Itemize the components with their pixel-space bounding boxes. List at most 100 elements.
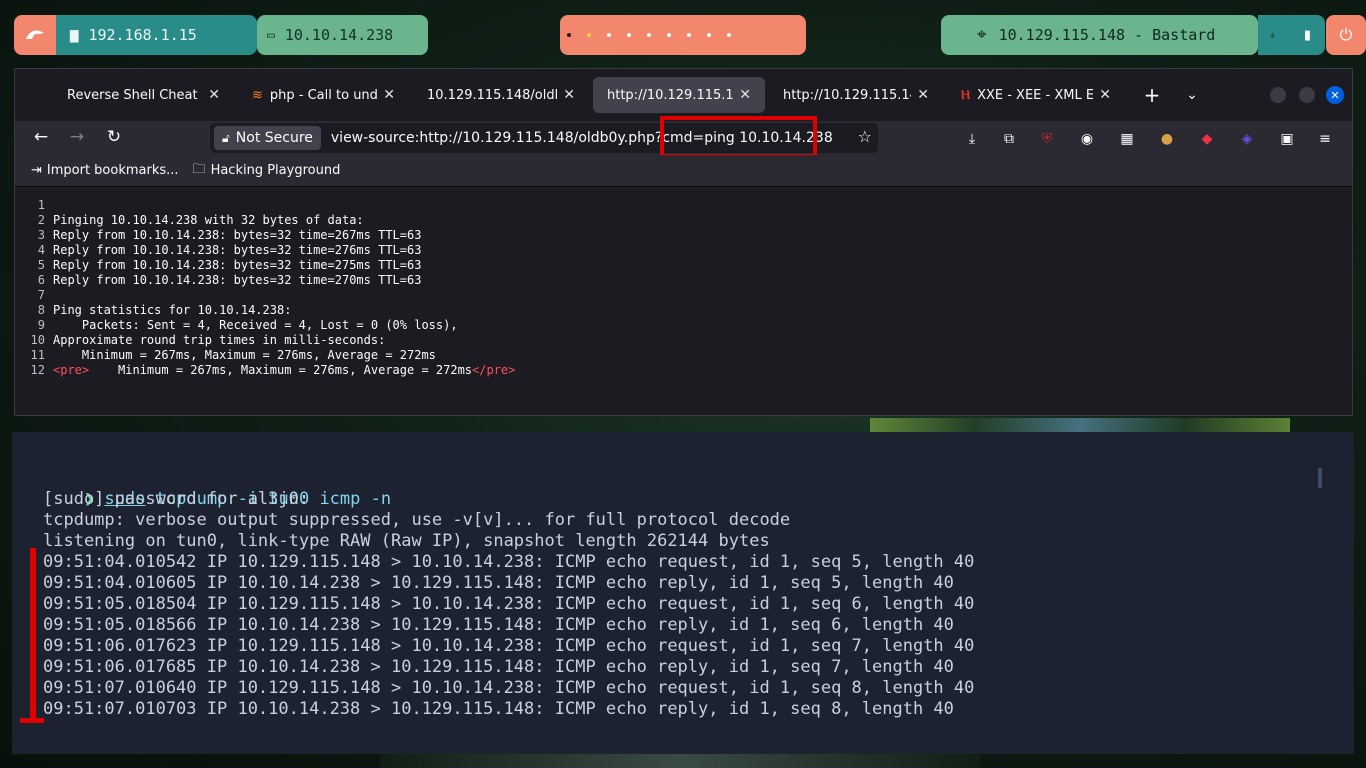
security-indicator[interactable]: 🔓︎ Not Secure (214, 126, 321, 150)
speaker-muted-icon: 🔈︎ (1270, 27, 1278, 42)
wallpaper-fragment (870, 418, 1290, 432)
tab-label: 10.129.115.148/oldb0y. (427, 87, 557, 103)
source-line: 1 (15, 198, 1352, 213)
line-number: 1 (37, 198, 45, 212)
tab-close-icon[interactable]: ✕ (739, 87, 751, 103)
source-line: 10 Approximate round trip times in milli-… (15, 333, 1352, 348)
arrow-left-icon: ← (33, 127, 49, 147)
terminal-output-line: 09:51:06.017623 IP 10.129.115.148 > 10.1… (43, 636, 975, 656)
workspace-switcher[interactable] (560, 15, 806, 55)
forward-button[interactable]: → (65, 127, 89, 147)
workspace-dot[interactable] (667, 33, 671, 37)
menu-hamburger-icon[interactable]: ≡ (1315, 129, 1335, 149)
arrow-right-icon: → (69, 127, 85, 147)
terminal-window[interactable]: ❯ sudo tcpdump -i tun0 icmp -n [sudo] pa… (12, 432, 1354, 754)
new-tab-button[interactable]: + (1137, 83, 1167, 107)
tab-close-icon[interactable]: ✕ (1099, 87, 1111, 103)
line-number: 10 (30, 333, 45, 347)
tab-xxe[interactable]: Ⲏ XXE - XEE - XML Exte ✕ (947, 77, 1125, 113)
line-number: 4 (37, 243, 45, 257)
power-button[interactable]: ⏻ (1326, 15, 1366, 55)
laptop-icon: ▭ (267, 27, 275, 43)
lock-broken-icon: 🔓︎ (222, 130, 230, 145)
reload-button[interactable]: ↻ (102, 127, 126, 147)
wappalyzer-icon[interactable]: ◈ (1237, 129, 1257, 149)
source-text: Reply from 10.10.14.238: bytes=32 time=2… (53, 273, 422, 287)
terminal-scrollbar[interactable] (1318, 468, 1322, 488)
workspace-dot[interactable] (567, 33, 571, 37)
ublock-icon[interactable]: ⛨ (1037, 129, 1057, 149)
foxyproxy-icon[interactable]: ◉ (1077, 129, 1097, 149)
tab-close-icon[interactable]: ✕ (563, 87, 575, 103)
tab-bar: Reverse Shell Cheat Shee ✕ ≋ php - Call … (15, 69, 1352, 121)
vpn-ip-text: 10.10.14.238 (284, 26, 394, 44)
pre-close-tag: </pre> (472, 363, 516, 377)
source-text: Minimum = 267ms, Maximum = 276ms, Averag… (53, 348, 436, 362)
source-line-pre: 12 <pre> Minimum = 267ms, Maximum = 276ms… (15, 363, 1352, 378)
source-line: 4 Reply from 10.10.14.238: bytes=32 time=… (15, 243, 1352, 258)
extensions-icon[interactable]: ⧉ (999, 129, 1019, 149)
source-line: 9 Packets: Sent = 4, Received = 4, Lost … (15, 318, 1352, 333)
tab-label: XXE - XEE - XML Exte (977, 87, 1094, 103)
back-button[interactable]: ← (29, 127, 53, 147)
qr-code-icon[interactable]: ▦ (1117, 129, 1137, 149)
tab-close-icon[interactable]: ✕ (917, 87, 929, 103)
tab-close-icon[interactable]: ✕ (208, 87, 220, 103)
downloads-icon[interactable]: ⤓ (962, 129, 982, 149)
not-secure-label: Not Secure (235, 130, 313, 146)
workspace-dot[interactable] (687, 33, 691, 37)
source-text: Ping statistics for 10.10.14.238: (53, 303, 292, 317)
tab-label: php - Call to undefin (269, 87, 378, 103)
workspace-dot[interactable] (727, 33, 731, 37)
volume-button[interactable]: 🔈︎ (1258, 15, 1290, 55)
source-text: Pinging 10.10.14.238 with 32 bytes of da… (53, 213, 364, 227)
source-line: 8 Ping statistics for 10.10.14.238: (15, 303, 1352, 318)
workspace-dot[interactable] (587, 33, 591, 37)
tab-reverse-shell[interactable]: Reverse Shell Cheat Shee ✕ (53, 77, 234, 113)
source-text: Reply from 10.10.14.238: bytes=32 time=2… (53, 243, 422, 257)
bookmark-import[interactable]: ⇥ Import bookmarks... (31, 163, 179, 178)
vpn-ip-indicator: ▭ 10.10.14.238 (257, 15, 428, 55)
close-icon: ✕ (1330, 88, 1340, 102)
source-line: 2 Pinging 10.10.14.238 with 32 bytes of d… (15, 213, 1352, 228)
highlight-bar-foot (20, 718, 44, 723)
minimize-button[interactable] (1270, 87, 1286, 103)
maximize-button[interactable] (1299, 87, 1315, 103)
tab-php-undefined[interactable]: ≋ php - Call to undefin ✕ (238, 77, 409, 113)
workspace-dot[interactable] (707, 33, 711, 37)
tab-close-icon[interactable]: ✕ (383, 87, 395, 103)
kali-menu-button[interactable] (14, 15, 56, 55)
hackbar-icon[interactable]: ◆ (1197, 129, 1217, 149)
target-indicator: ⌖ 10.129.115.148 - Bastard (941, 15, 1258, 55)
terminal-output-line: 09:51:04.010542 IP 10.129.115.148 > 10.1… (43, 552, 975, 572)
stackoverflow-icon: ≋ (252, 87, 263, 103)
reload-icon: ↻ (106, 127, 122, 147)
tab-view-source-active[interactable]: http://10.129.115.148/o ✕ (593, 77, 765, 113)
line-number: 8 (37, 303, 45, 317)
workspace-dot[interactable] (627, 33, 631, 37)
source-text: Reply from 10.10.14.238: bytes=32 time=2… (53, 228, 422, 242)
workspace-dot[interactable] (647, 33, 651, 37)
bookmark-star-icon[interactable]: ☆ (858, 127, 872, 146)
source-text: Minimum = 267ms, Maximum = 276ms, Averag… (89, 363, 473, 377)
tab-http-oldb0y[interactable]: http://10.129.115.148/o ✕ (769, 77, 943, 113)
list-all-tabs-button[interactable]: ⌄ (1177, 87, 1207, 103)
target-text: 10.129.115.148 - Bastard (998, 26, 1216, 44)
folder-icon: 🗀︎ (192, 161, 206, 177)
terminal-output-line: 09:51:05.018566 IP 10.10.14.238 > 10.129… (43, 615, 954, 635)
tab-oldb0y[interactable]: 10.129.115.148/oldb0y. ✕ (413, 77, 589, 113)
bookmark-label: Hacking Playground (210, 163, 341, 178)
crosshair-icon: ⌖ (977, 25, 987, 45)
plus-icon: + (1143, 83, 1161, 107)
workspace-dot[interactable] (607, 33, 611, 37)
line-number: 6 (37, 273, 45, 287)
source-line: 7 (15, 288, 1352, 303)
bookmark-hacking-playground[interactable]: 🗀︎ Hacking Playground (193, 160, 341, 182)
user-agent-icon[interactable]: ▣ (1277, 129, 1297, 149)
close-window-button[interactable]: ✕ (1326, 86, 1344, 104)
import-icon: ⇥ (31, 163, 42, 178)
cookie-icon[interactable]: ● (1157, 129, 1177, 149)
bookmark-label: Import bookmarks... (46, 163, 179, 178)
terminal-output-line: 09:51:07.010703 IP 10.10.14.238 > 10.129… (43, 699, 954, 719)
source-line: 11 Minimum = 267ms, Maximum = 276ms, Ave… (15, 348, 1352, 363)
